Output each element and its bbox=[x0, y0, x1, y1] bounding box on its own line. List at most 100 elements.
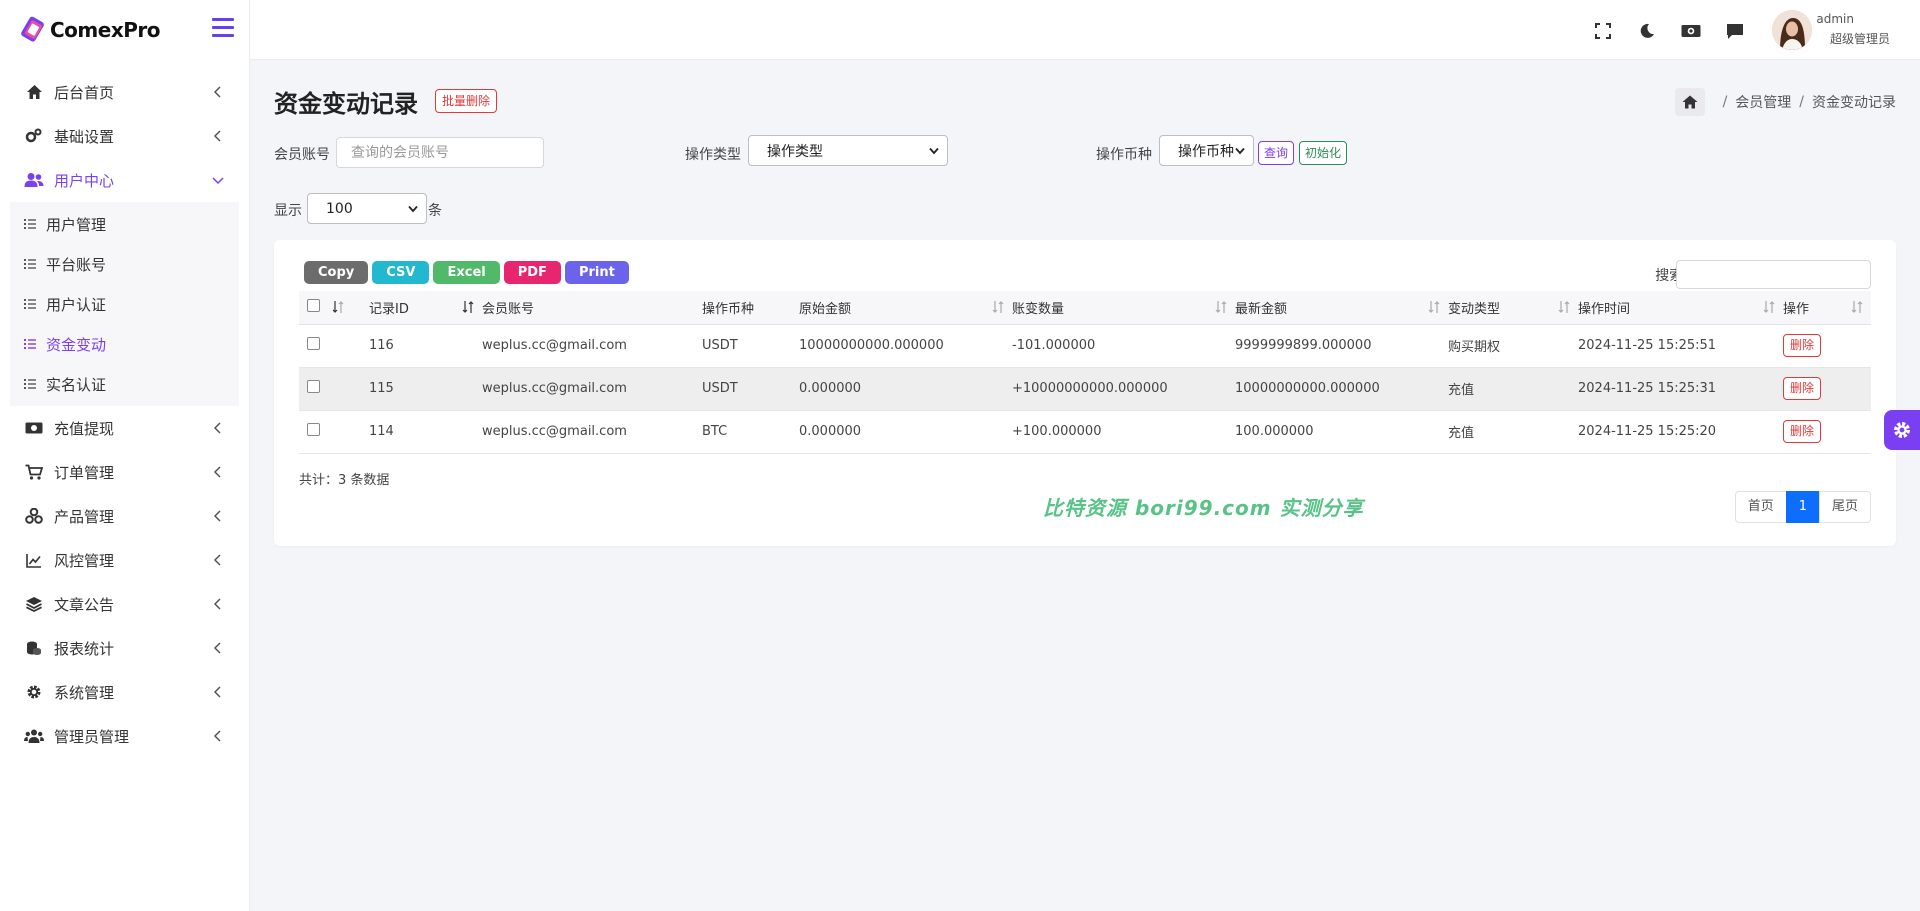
sidebar-item-deposit-withdraw[interactable]: 充值提现 bbox=[0, 406, 249, 450]
sidebar-item-risk-control[interactable]: 风控管理 bbox=[0, 538, 249, 582]
cell-kind: 购买期权 bbox=[1448, 324, 1578, 368]
message-icon[interactable] bbox=[1724, 20, 1746, 42]
excel-button[interactable]: Excel bbox=[433, 261, 500, 284]
print-button[interactable]: Print bbox=[564, 261, 629, 284]
pdf-button[interactable]: PDF bbox=[503, 261, 561, 284]
breadcrumb-home-icon[interactable] bbox=[1674, 88, 1705, 116]
col-header-change-type[interactable]: 变动类型 bbox=[1448, 291, 1578, 325]
table-row: 114 weplus.cc@gmail.com BTC 0.000000 +10… bbox=[299, 410, 1871, 454]
member-account-label: 会员账号 bbox=[274, 147, 330, 163]
chevron-left-icon bbox=[213, 510, 221, 522]
cell-latest: 9999999899.000000 bbox=[1235, 324, 1448, 368]
sort-icon[interactable] bbox=[332, 300, 344, 314]
table-row: 115 weplus.cc@gmail.com USDT 0.000000 +1… bbox=[299, 367, 1871, 411]
sort-icon bbox=[992, 301, 1004, 313]
col-header-latest-amount[interactable]: 最新金额 bbox=[1235, 291, 1448, 325]
col-header-time[interactable]: 操作时间 bbox=[1578, 291, 1783, 325]
sidebar-subitem-realname[interactable]: 实名认证 bbox=[10, 364, 239, 404]
chevron-down-icon bbox=[929, 147, 939, 155]
currency-select[interactable]: 操作币种 bbox=[1159, 135, 1254, 166]
brand-name: ComexPro bbox=[50, 18, 160, 42]
col-header-action[interactable]: 操作 bbox=[1783, 291, 1871, 325]
chevron-left-icon bbox=[213, 686, 221, 698]
show-count-label: 显示 bbox=[274, 203, 302, 219]
row-checkbox[interactable] bbox=[307, 337, 320, 350]
menu-toggle-icon[interactable] bbox=[212, 18, 234, 38]
cell-original: 0.000000 bbox=[799, 410, 1012, 454]
sidebar-item-system[interactable]: 系统管理 bbox=[0, 670, 249, 714]
table-header-row: 记录ID 会员账号 操作币种 原始金额 账变数量 最新金额 变动类型 操作时间 … bbox=[299, 291, 1871, 325]
top-header: admin 超级管理员 bbox=[250, 0, 1920, 60]
sidebar-item-articles[interactable]: 文章公告 bbox=[0, 582, 249, 626]
cell-change: +100.000000 bbox=[1012, 410, 1235, 454]
dark-mode-moon-icon[interactable] bbox=[1636, 20, 1658, 42]
sidebar-item-orders[interactable]: 订单管理 bbox=[0, 450, 249, 494]
cell-time: 2024-11-25 15:25:31 bbox=[1578, 367, 1783, 411]
pagination-last[interactable]: 尾页 bbox=[1818, 491, 1871, 523]
pagination-first[interactable]: 首页 bbox=[1734, 491, 1787, 523]
col-header-change-amount[interactable]: 账变数量 bbox=[1012, 291, 1235, 325]
col-header-record-id[interactable]: 记录ID bbox=[369, 291, 482, 325]
sidebar-subitem-user-management[interactable]: 用户管理 bbox=[10, 204, 239, 244]
reset-button[interactable]: 初始化 bbox=[1299, 141, 1348, 165]
table-search-input[interactable] bbox=[1676, 260, 1871, 289]
cell-change: -101.000000 bbox=[1012, 324, 1235, 368]
col-header-account[interactable]: 会员账号 bbox=[482, 291, 702, 325]
avatar[interactable] bbox=[1772, 10, 1812, 50]
row-checkbox[interactable] bbox=[307, 423, 320, 436]
chevron-left-icon bbox=[213, 598, 221, 610]
pagination-page-1[interactable]: 1 bbox=[1785, 491, 1820, 523]
breadcrumb-separator: / bbox=[1799, 94, 1804, 110]
sidebar-subitem-platform-account[interactable]: 平台账号 bbox=[10, 244, 239, 284]
sidebar: ComexPro 后台首页 基础设置 用户中心 用户管理 平台账号 用户认证 资… bbox=[0, 0, 250, 911]
csv-button[interactable]: CSV bbox=[372, 261, 430, 284]
delete-button[interactable]: 删除 bbox=[1783, 420, 1822, 443]
total-count: 共计：3 条数据 bbox=[299, 473, 390, 488]
chevron-down-icon bbox=[408, 205, 418, 213]
cell-id: 115 bbox=[369, 367, 482, 411]
chevron-left-icon bbox=[213, 130, 221, 142]
query-button[interactable]: 查询 bbox=[1258, 141, 1295, 165]
cubes-icon bbox=[24, 506, 44, 526]
sidebar-item-products[interactable]: 产品管理 bbox=[0, 494, 249, 538]
user-group-icon bbox=[24, 726, 44, 746]
delete-button[interactable]: 删除 bbox=[1783, 334, 1822, 357]
settings-gear-icon[interactable] bbox=[1884, 410, 1920, 450]
chevron-left-icon bbox=[213, 730, 221, 742]
sidebar-subitem-user-verification[interactable]: 用户认证 bbox=[10, 284, 239, 324]
fund-records-table: 记录ID 会员账号 操作币种 原始金额 账变数量 最新金额 变动类型 操作时间 … bbox=[299, 291, 1871, 454]
sort-icon bbox=[1215, 301, 1227, 313]
sidebar-item-user-center[interactable]: 用户中心 bbox=[0, 158, 249, 202]
select-all-checkbox[interactable] bbox=[307, 298, 320, 312]
pagination: 首页 1 尾页 bbox=[1734, 491, 1871, 523]
col-header-currency[interactable]: 操作币种 bbox=[702, 291, 799, 325]
delete-button[interactable]: 删除 bbox=[1783, 377, 1822, 400]
sidebar-item-reports[interactable]: 报表统计 bbox=[0, 626, 249, 670]
gear-icon bbox=[24, 682, 44, 702]
sidebar-item-basic-settings[interactable]: 基础设置 bbox=[0, 114, 249, 158]
chevron-left-icon bbox=[213, 86, 221, 98]
sort-icon bbox=[1763, 301, 1775, 313]
batch-delete-button[interactable]: 批量删除 bbox=[435, 89, 498, 113]
member-account-input[interactable] bbox=[336, 137, 544, 168]
row-checkbox[interactable] bbox=[307, 380, 320, 393]
select-all-cell bbox=[299, 291, 344, 325]
cell-account: weplus.cc@gmail.com bbox=[482, 410, 702, 454]
cell-time: 2024-11-25 15:25:20 bbox=[1578, 410, 1783, 454]
gears-icon bbox=[24, 126, 44, 146]
list-icon bbox=[24, 299, 36, 309]
fullscreen-icon[interactable] bbox=[1592, 20, 1614, 42]
currency-icon[interactable] bbox=[1680, 20, 1702, 42]
page-size-select[interactable]: 100 bbox=[307, 193, 427, 224]
cell-kind: 充值 bbox=[1448, 367, 1578, 411]
sidebar-menu: 后台首页 基础设置 用户中心 用户管理 平台账号 用户认证 资金变动 实名认证 … bbox=[0, 60, 249, 758]
cell-account: weplus.cc@gmail.com bbox=[482, 367, 702, 411]
operation-type-select[interactable]: 操作类型 bbox=[748, 135, 948, 166]
sidebar-item-dashboard[interactable]: 后台首页 bbox=[0, 70, 249, 114]
cell-currency: USDT bbox=[702, 324, 799, 368]
sidebar-subitem-fund-changes[interactable]: 资金变动 bbox=[10, 324, 239, 364]
sidebar-item-admins[interactable]: 管理员管理 bbox=[0, 714, 249, 758]
col-header-original-amount[interactable]: 原始金额 bbox=[799, 291, 1012, 325]
breadcrumb-member-management[interactable]: 会员管理 bbox=[1735, 92, 1791, 112]
copy-button[interactable]: Copy bbox=[304, 261, 369, 284]
